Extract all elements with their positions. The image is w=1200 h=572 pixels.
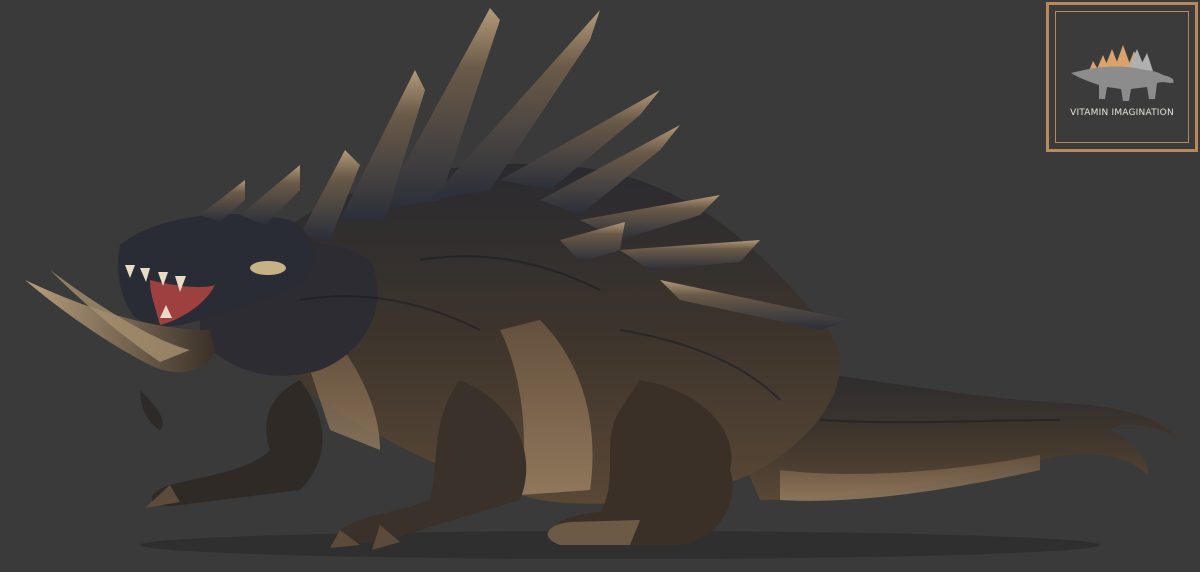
stegosaurus-icon bbox=[1071, 45, 1174, 101]
watermark-text: VITAMIN IMAGINATION bbox=[1070, 108, 1174, 118]
front-leg-left bbox=[151, 380, 323, 506]
dragon-eye bbox=[250, 261, 286, 275]
dragon-render bbox=[25, 8, 1180, 559]
watermark-logo: VITAMIN IMAGINATION bbox=[1046, 2, 1198, 152]
